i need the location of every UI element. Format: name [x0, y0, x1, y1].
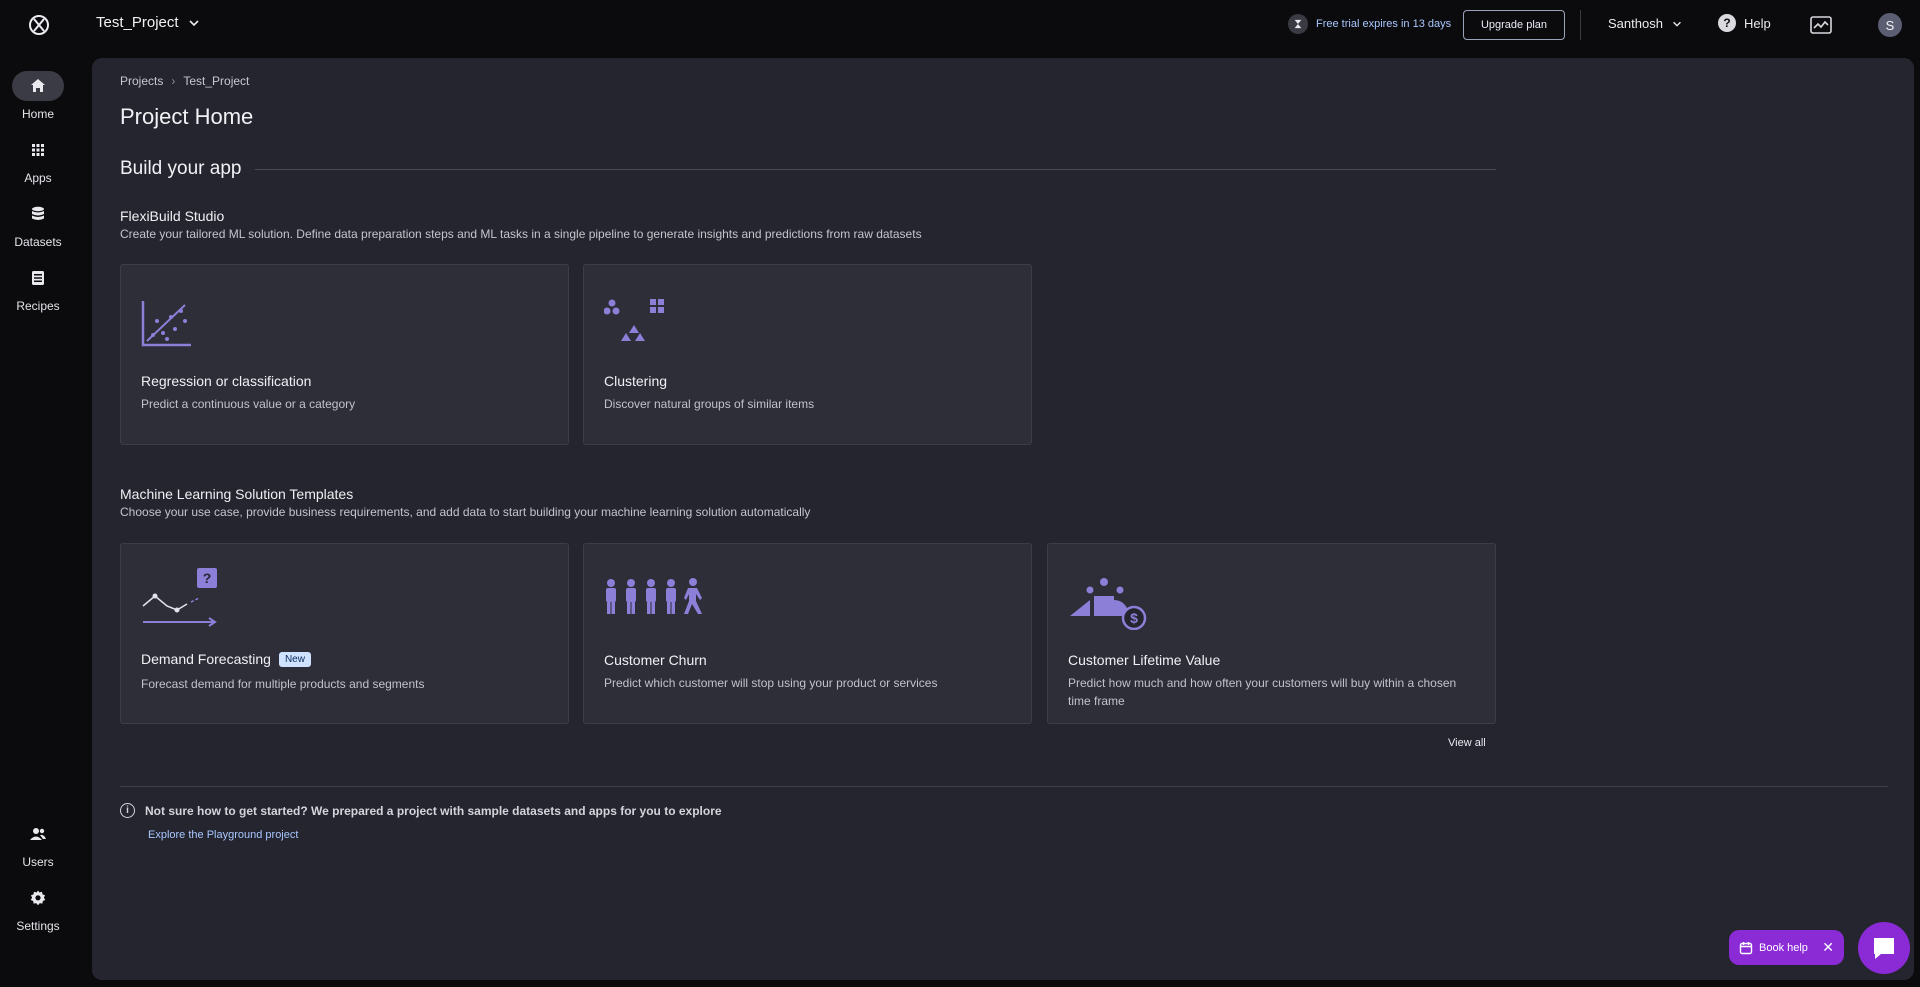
templates-title: Machine Learning Solution Templates — [120, 486, 354, 502]
demand-forecast-icon: ? — [141, 566, 221, 627]
card-customer-lifetime-value[interactable]: $ Customer Lifetime Value Predict how mu… — [1047, 543, 1496, 724]
section-title: Build your app — [120, 158, 242, 179]
topbar-divider — [1580, 10, 1581, 40]
chevron-right-icon: › — [171, 74, 176, 88]
side-nav: Home Apps Datasets Recipes Users Setting… — [0, 50, 76, 987]
divider — [120, 786, 1888, 787]
info-icon: i — [120, 803, 135, 818]
card-regression-classification[interactable]: Regression or classification Predict a c… — [120, 264, 569, 445]
sidebar-item-label: Home — [21, 107, 54, 121]
book-help-button[interactable]: Book help ✕ — [1729, 930, 1844, 965]
close-icon[interactable]: ✕ — [1822, 939, 1834, 956]
trial-text: Free trial expires in 13 days — [1316, 18, 1452, 30]
list-icon — [12, 263, 64, 293]
card-clustering[interactable]: Clustering Discover natural groups of si… — [583, 264, 1032, 445]
customer-churn-icon — [604, 570, 714, 630]
app-logo-icon[interactable] — [27, 13, 51, 37]
upgrade-plan-button[interactable]: Upgrade plan — [1463, 10, 1565, 40]
sidebar-item-users[interactable]: Users — [0, 819, 76, 869]
section-divider — [255, 168, 1496, 170]
user-name: Santhosh — [1608, 16, 1663, 31]
sidebar-item-label: Users — [22, 855, 54, 869]
customer-lifetime-value-icon: $ — [1068, 570, 1168, 631]
book-help-label: Book help — [1759, 941, 1808, 954]
page-title: Project Home — [120, 104, 254, 129]
sidebar-item-label: Settings — [16, 919, 60, 933]
templates-desc: Choose your use case, provide business r… — [120, 505, 811, 519]
calendar-icon — [1739, 941, 1753, 954]
sidebar-item-apps[interactable]: Apps — [0, 135, 76, 185]
sidebar-item-label: Datasets — [14, 235, 62, 249]
card-customer-churn[interactable]: Customer Churn Predict which customer wi… — [583, 543, 1032, 724]
view-all-link[interactable]: View all — [1448, 737, 1486, 749]
sidebar-item-datasets[interactable]: Datasets — [0, 199, 76, 249]
project-name: Test_Project — [96, 14, 179, 31]
getting-started-notice: i Not sure how to get started? We prepar… — [120, 803, 722, 818]
svg-text:$: $ — [1130, 610, 1138, 626]
chevron-down-icon — [1673, 21, 1681, 27]
card-title: Clustering — [604, 373, 668, 389]
card-desc: Predict how much and how often your cust… — [1068, 676, 1457, 708]
breadcrumb-projects[interactable]: Projects — [120, 74, 163, 88]
clustering-icon — [603, 291, 684, 351]
card-title: Customer Lifetime Value — [1068, 652, 1221, 668]
help-button[interactable]: ? Help — [1718, 14, 1771, 32]
card-desc: Forecast demand for multiple products an… — [141, 677, 425, 691]
hourglass-icon — [1288, 14, 1308, 34]
main-panel: Projects › Test_Project Project Home Bui… — [92, 58, 1914, 980]
flexibuild-title: FlexiBuild Studio — [120, 208, 225, 224]
avatar[interactable]: S — [1878, 13, 1902, 37]
sidebar-item-label: Recipes — [16, 299, 60, 313]
gear-icon — [12, 883, 64, 913]
sidebar-item-recipes[interactable]: Recipes — [0, 263, 76, 313]
card-desc: Predict a continuous value or a category — [141, 397, 356, 411]
card-title: Customer Churn — [604, 652, 707, 668]
regression-chart-icon — [141, 291, 221, 351]
help-icon: ? — [1718, 14, 1736, 32]
svg-text:?: ? — [203, 570, 212, 586]
release-notes-icon[interactable] — [1810, 15, 1832, 35]
chat-icon — [1874, 938, 1894, 959]
chevron-down-icon — [188, 19, 199, 26]
grid-icon — [12, 135, 64, 165]
flexibuild-desc: Create your tailored ML solution. Define… — [120, 227, 922, 241]
new-badge: New — [278, 651, 311, 667]
breadcrumb-current: Test_Project — [183, 74, 250, 88]
help-label: Help — [1744, 15, 1771, 31]
project-switcher[interactable]: Test_Project — [96, 14, 201, 31]
chat-widget-button[interactable] — [1858, 922, 1910, 974]
trial-notice[interactable]: Free trial expires in 13 days — [1288, 14, 1451, 34]
card-desc: Discover natural groups of similar items — [604, 397, 815, 411]
section-header: Build your app — [120, 158, 1496, 180]
card-title: Demand Forecasting New — [141, 651, 311, 667]
sidebar-item-home[interactable]: Home — [0, 71, 76, 121]
database-icon — [12, 199, 64, 229]
info-text: Not sure how to get started? We prepared… — [145, 803, 722, 818]
users-icon — [12, 819, 64, 849]
breadcrumb: Projects › Test_Project — [120, 74, 249, 88]
home-icon — [12, 71, 64, 101]
explore-playground-link[interactable]: Explore the Playground project — [148, 829, 298, 841]
card-demand-forecasting[interactable]: ? Demand Forecasting New Forecast demand… — [120, 543, 569, 724]
sidebar-item-settings[interactable]: Settings — [0, 883, 76, 933]
card-desc: Predict which customer will stop using y… — [604, 676, 938, 690]
card-title: Regression or classification — [141, 373, 312, 389]
user-menu[interactable]: Santhosh — [1608, 16, 1683, 31]
top-bar: Test_Project Free trial expires in 13 da… — [0, 0, 1920, 50]
sidebar-item-label: Apps — [24, 171, 52, 185]
